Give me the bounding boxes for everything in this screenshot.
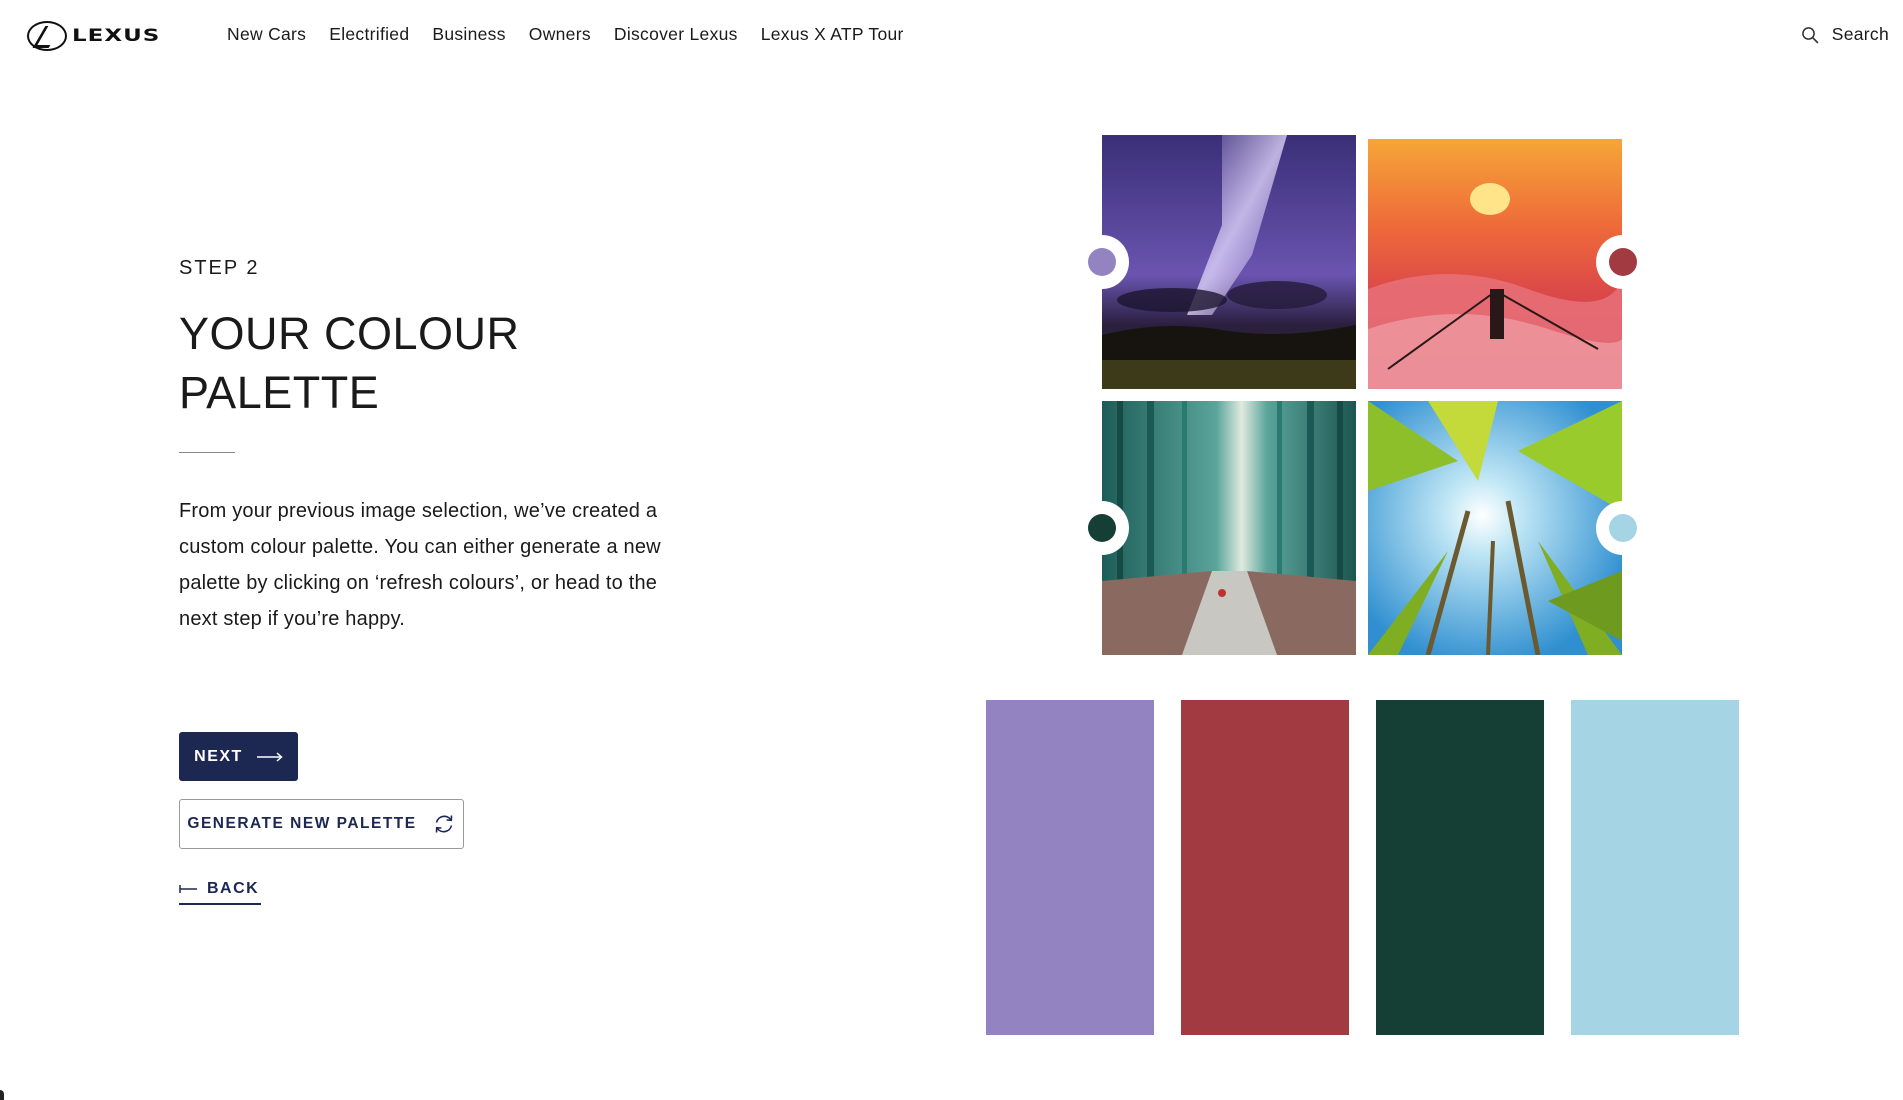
next-button-label: NEXT [194, 747, 243, 765]
color-dot-3-fill [1088, 514, 1116, 542]
step-label: STEP 2 [179, 257, 260, 279]
generate-new-palette-button[interactable]: GENERATE NEW PALETTE [179, 799, 464, 849]
color-dot-2-fill [1609, 248, 1637, 276]
back-button[interactable]: BACK [179, 874, 262, 905]
nav-item-new-cars[interactable]: New Cars [227, 24, 306, 45]
image-bamboo-forest [1102, 401, 1356, 655]
arrow-right-icon [256, 751, 283, 762]
color-dot-1-fill [1088, 248, 1116, 276]
image-palm-trees [1368, 401, 1622, 655]
main-nav: New Cars Electrified Business Owners Dis… [227, 24, 927, 45]
image-milky-way [1102, 135, 1356, 389]
color-dot-4 [1596, 501, 1650, 555]
nav-item-discover-lexus[interactable]: Discover Lexus [614, 24, 738, 45]
page-title: YOUR COLOUR PALETTE [179, 308, 520, 418]
palette-swatch-1 [986, 700, 1154, 1035]
intro-text: From your previous image selection, we’v… [179, 500, 661, 630]
back-button-label: BACK [207, 879, 260, 897]
palette-swatch-4 [1571, 700, 1739, 1035]
image-sunset-bridge [1368, 139, 1622, 389]
lexus-emblem-icon [27, 21, 67, 51]
color-dot-4-fill [1609, 514, 1637, 542]
nav-item-electrified[interactable]: Electrified [329, 24, 409, 45]
corner-mark [0, 1090, 4, 1100]
search-icon [1801, 26, 1819, 43]
next-button[interactable]: NEXT [179, 732, 298, 781]
lexus-wordmark: LEXUS [72, 26, 161, 46]
search-label: Search [1831, 24, 1889, 44]
title-divider [179, 452, 235, 453]
color-dot-3 [1075, 501, 1129, 555]
generate-button-label: GENERATE NEW PALETTE [187, 815, 417, 832]
arrow-left-icon [179, 884, 197, 893]
lexus-logo[interactable]: LEXUS [27, 20, 160, 52]
palette-swatch-3 [1376, 700, 1544, 1035]
nav-item-business[interactable]: Business [432, 24, 505, 45]
color-dot-2 [1596, 235, 1650, 289]
color-dot-1 [1075, 235, 1129, 289]
search-button[interactable]: Search [1801, 24, 1889, 45]
refresh-icon [435, 815, 452, 833]
top-navigation-bar: LEXUS New Cars Electrified Business Owne… [0, 0, 1903, 72]
nav-item-owners[interactable]: Owners [529, 24, 591, 45]
nav-item-lexus-atp-tour[interactable]: Lexus X ATP Tour [761, 24, 904, 45]
palette-swatch-2 [1181, 700, 1349, 1035]
